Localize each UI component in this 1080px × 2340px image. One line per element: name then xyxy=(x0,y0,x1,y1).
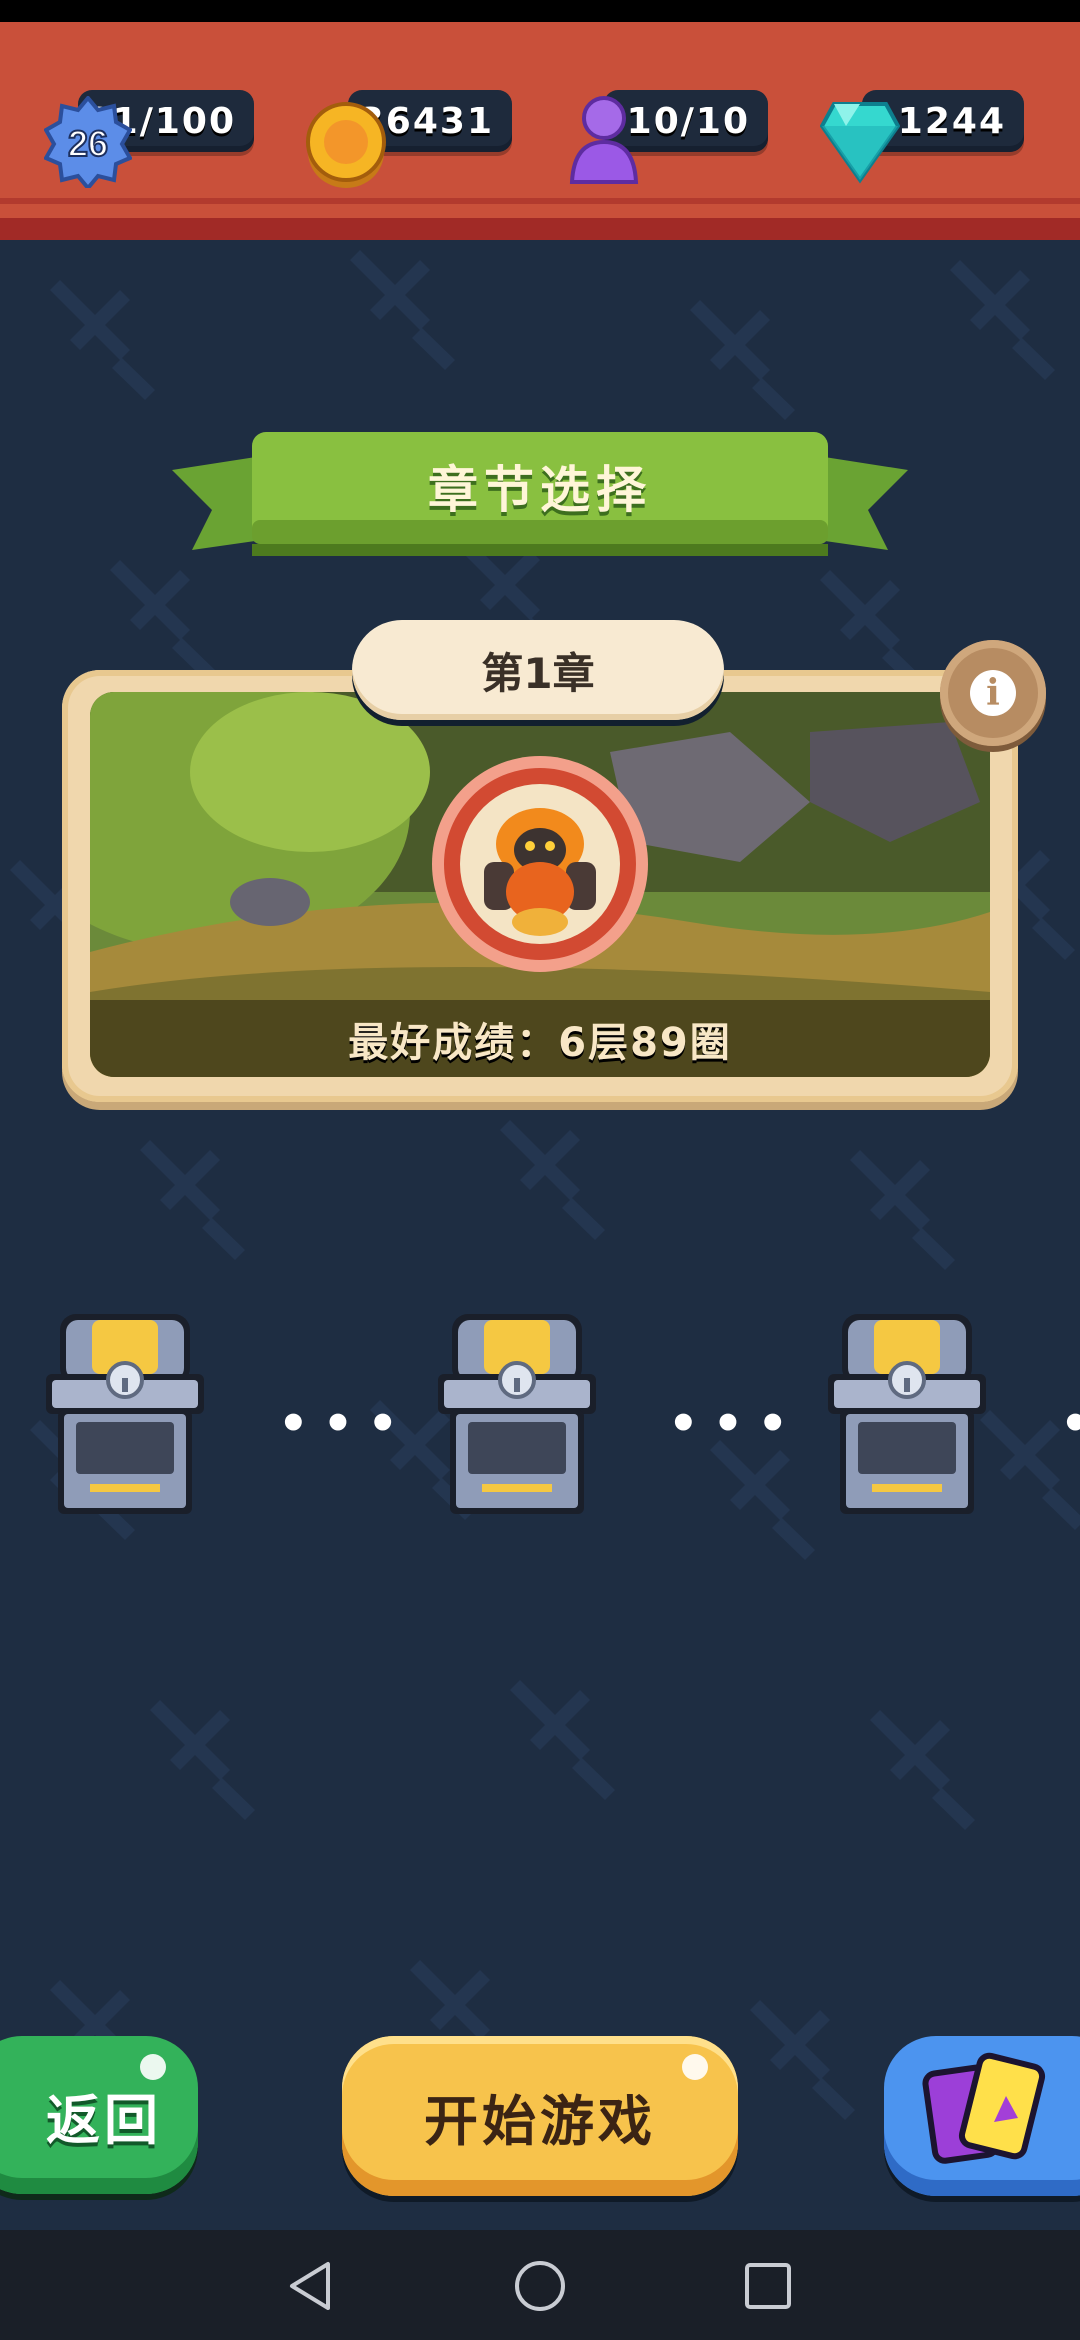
chapter-select-ribbon: 章节选择 xyxy=(172,420,908,570)
back-button-label: 返回 xyxy=(46,2088,162,2152)
button-shine xyxy=(140,2054,166,2080)
energy-pawn-icon xyxy=(566,94,642,192)
card-deck-button[interactable] xyxy=(884,2036,1080,2196)
status-bar xyxy=(0,0,1080,22)
card-deck-icon xyxy=(922,2052,1046,2164)
home-nav-icon[interactable] xyxy=(512,2258,568,2314)
start-game-label: 开始游戏 xyxy=(424,2089,656,2153)
level-badge-icon[interactable]: 26 xyxy=(43,94,133,192)
chest-progress-dots-3: • xyxy=(1060,1400,1080,1448)
start-game-button[interactable]: 开始游戏 xyxy=(342,2036,738,2196)
lava-golem-boss-icon xyxy=(428,752,652,976)
info-icon: i xyxy=(970,670,1016,716)
recents-nav-icon[interactable] xyxy=(740,2258,796,2314)
back-nav-icon[interactable] xyxy=(284,2258,340,2314)
energy-value: 10/10 xyxy=(626,100,750,142)
locked-chest-icon xyxy=(438,1314,596,1514)
gem-icon xyxy=(819,100,901,184)
chest-progress-dots-2: ••• xyxy=(668,1396,803,1452)
chest-progress-dots-1: ••• xyxy=(278,1396,413,1452)
chapter-info-button[interactable]: i xyxy=(940,640,1046,746)
locked-chest-icon xyxy=(828,1314,986,1514)
reward-chest-1[interactable] xyxy=(40,1310,210,1520)
best-score: 最好成绩：6层89圈 xyxy=(348,1019,732,1066)
back-button[interactable]: 返回 xyxy=(0,2036,198,2194)
page-title: 章节选择 xyxy=(428,461,652,519)
locked-chest-icon xyxy=(46,1314,204,1514)
gem-value: 1244 xyxy=(897,100,1006,142)
reward-chest-2[interactable] xyxy=(432,1310,602,1520)
reward-chest-3[interactable] xyxy=(822,1310,992,1520)
level-number: 26 xyxy=(68,123,108,164)
chapter-name-label: 第1章 xyxy=(481,648,595,698)
button-shine xyxy=(682,2054,708,2080)
system-nav-bar xyxy=(0,2230,1080,2340)
coin-icon xyxy=(304,96,388,192)
chapter-name: 第1章 xyxy=(352,620,724,720)
